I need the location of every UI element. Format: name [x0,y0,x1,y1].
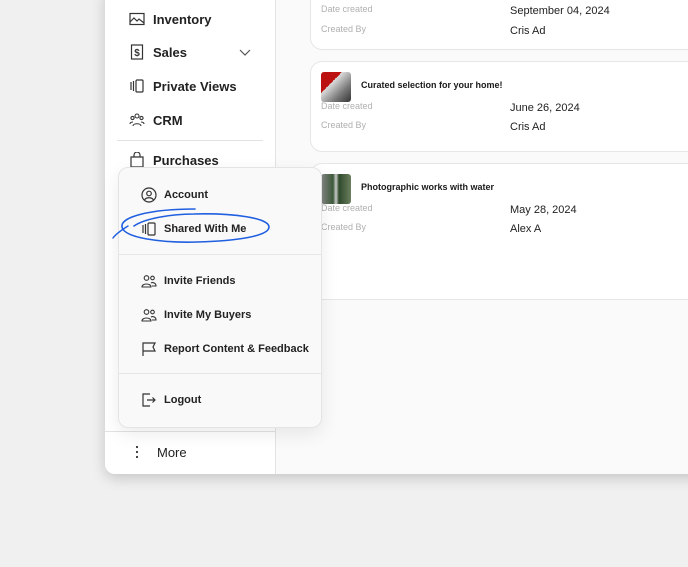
private-views-icon [130,79,144,93]
chevron-down-icon[interactable] [239,44,251,60]
sidebar-item-label: Purchases [153,152,219,168]
menu-divider [119,373,321,374]
svg-text:$: $ [134,48,140,59]
created-by-label: Created By [321,24,367,34]
collection-thumbnail [321,72,351,102]
annotation-circle [112,208,270,243]
sidebar-item-crm[interactable]: CRM [129,112,183,128]
date-label: Date created [321,101,373,111]
more-label: More [157,444,187,460]
menu-item-account[interactable]: Account [141,187,208,203]
collection-thumbnail [321,174,351,204]
sidebar-item-sales[interactable]: $ Sales [129,44,251,60]
menu-item-label: Account [164,189,208,201]
sidebar-item-label: Inventory [153,11,212,27]
list-footer [276,253,688,300]
date-value: June 26, 2024 [510,102,580,114]
created-by-value: Cris Ad [510,25,546,37]
dollar-receipt-icon: $ [130,44,144,60]
menu-item-label: Invite Friends [164,275,236,287]
created-by-value: Alex A [510,223,542,235]
sidebar-item-private-views[interactable]: Private Views [129,78,237,94]
collection-card[interactable]: Photographic works with water Date creat… [310,163,688,255]
image-icon [129,12,145,26]
date-label: Date created [321,4,373,14]
date-value: May 28, 2024 [510,204,577,216]
user-circle-icon [141,187,157,203]
created-by-label: Created By [321,222,367,232]
sidebar-item-inventory[interactable]: Inventory [129,11,212,27]
more-vertical-icon [135,445,139,459]
menu-item-label: Report Content & Feedback [164,343,309,355]
collection-title: Curated selection for your home! [361,80,503,90]
shopping-bag-icon [130,152,144,168]
created-by-label: Created By [321,120,367,130]
sidebar-item-label: CRM [153,112,183,128]
main-content: Date created September 04, 2024 Created … [276,0,688,474]
menu-item-label: Logout [164,394,202,406]
menu-item-report-content[interactable]: Report Content & Feedback [141,341,309,357]
menu-item-invite-friends[interactable]: Invite Friends [141,273,236,289]
created-by-value: Cris Ad [510,121,546,133]
collection-card[interactable]: Curated selection for your home! Date cr… [310,61,688,152]
date-label: Date created [321,203,373,213]
more-button[interactable]: More [129,444,187,460]
sidebar-item-purchases[interactable]: Purchases [129,152,219,168]
date-value: September 04, 2024 [510,5,610,17]
sidebar-divider [117,140,263,141]
sidebar-item-label: Sales [153,44,187,60]
collection-title: Photographic works with water [361,182,495,192]
sidebar-item-label: Private Views [153,78,237,94]
menu-item-invite-my-buyers[interactable]: Invite My Buyers [141,307,251,323]
collection-card[interactable]: Date created September 04, 2024 Created … [310,0,688,50]
menu-item-label: Invite My Buyers [164,309,252,321]
menu-divider [119,254,321,255]
logout-icon [142,393,156,407]
menu-item-logout[interactable]: Logout [141,392,201,408]
people-group-icon [129,113,145,127]
users-icon [141,275,157,288]
sidebar-divider [105,431,275,432]
users-icon [141,309,157,322]
flag-icon [142,342,156,356]
